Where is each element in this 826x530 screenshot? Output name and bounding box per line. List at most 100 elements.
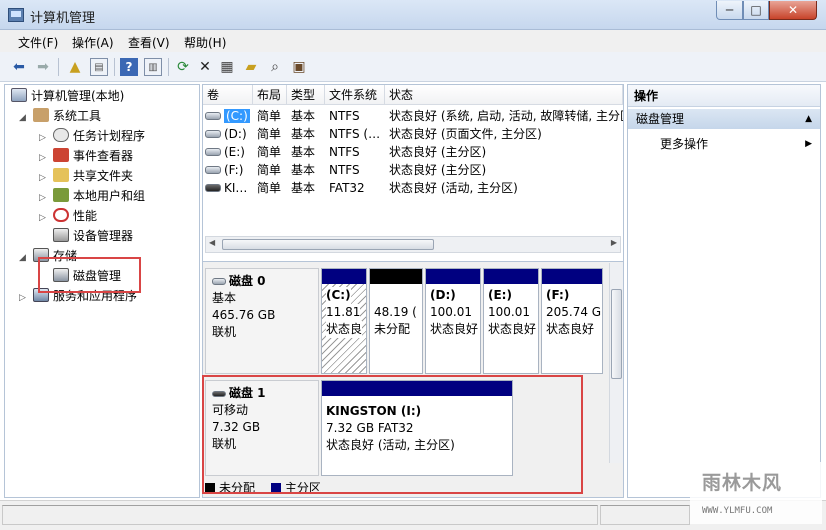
tree-item-performance[interactable]: ▷ 性能 — [39, 207, 97, 225]
back-arrow-icon[interactable]: ⬅ — [10, 58, 28, 76]
properties-icon[interactable]: ▦ — [218, 58, 236, 76]
device-manager-icon — [53, 228, 69, 242]
action-pane-icon[interactable]: ▥ — [144, 58, 162, 76]
volume-type: 基本 — [291, 163, 316, 177]
show-hide-tree-icon[interactable]: ▤ — [90, 58, 108, 76]
tree-item-label: 设备管理器 — [73, 229, 134, 243]
settings-icon[interactable]: ▣ — [290, 58, 308, 76]
computer-icon — [11, 88, 27, 102]
partition-f[interactable]: (F:) 205.74 G 状态良好 — [541, 268, 603, 374]
scrollbar-thumb[interactable] — [222, 239, 434, 250]
help-icon[interactable]: ? — [120, 58, 138, 76]
tree-system-tools-label: 系统工具 — [53, 109, 102, 123]
table-row[interactable]: (E:) 简单 基本 NTFS 状态良好 (主分区) — [203, 143, 623, 161]
partition-kingston[interactable]: KINGSTON (I:) 7.32 GB FAT32 状态良好 (活动, 主分… — [321, 380, 513, 476]
event-viewer-icon — [53, 148, 69, 162]
partition-size: 205.74 G — [546, 305, 602, 319]
column-filesystem[interactable]: 文件系统 — [325, 85, 385, 105]
tree-item-event-viewer[interactable]: ▷ 事件查看器 — [39, 147, 133, 165]
table-row[interactable]: (F:) 简单 基本 NTFS 状态良好 (主分区) — [203, 161, 623, 179]
actions-section-disk-management[interactable]: 磁盘管理 ▲ — [628, 109, 820, 129]
partition-unallocated[interactable]: 48.19 ( 未分配 — [369, 268, 423, 374]
disk-0-label[interactable]: 磁盘 0 基本 465.76 GB 联机 — [205, 268, 319, 374]
forward-arrow-icon[interactable]: ➡ — [34, 58, 52, 76]
volume-layout: 简单 — [257, 163, 282, 177]
more-actions-item[interactable]: 更多操作 ▶ — [660, 135, 820, 153]
volume-name: (D:) — [224, 127, 247, 141]
menu-view[interactable]: 查看(V) — [128, 34, 170, 51]
refresh-icon[interactable]: ⟳ — [174, 58, 192, 76]
scroll-left-icon[interactable]: ◀ — [209, 238, 215, 247]
table-row[interactable]: (D:) 简单 基本 NTFS (… 状态良好 (页面文件, 主分区) — [203, 125, 623, 143]
collapsed-icon: ▷ — [19, 293, 26, 303]
volume-status: 状态良好 (活动, 主分区) — [389, 181, 518, 195]
disk-size: 465.76 GB — [212, 308, 276, 322]
tree-item-disk-management[interactable]: 磁盘管理 — [53, 267, 121, 285]
vertical-scrollbar[interactable] — [609, 263, 623, 463]
open-folder-icon[interactable]: ▰ — [242, 58, 260, 76]
up-folder-icon[interactable]: ▲ — [66, 58, 84, 76]
minimize-button[interactable]: ─ — [716, 1, 743, 20]
column-volume[interactable]: 卷 — [203, 85, 253, 105]
expanded-icon: ◢ — [19, 253, 26, 263]
volume-status: 状态良好 (主分区) — [389, 163, 487, 177]
partition-size: 7.32 GB FAT32 — [326, 421, 414, 435]
volume-layout: 简单 — [257, 109, 282, 123]
removable-disk-icon — [212, 391, 226, 397]
tree-item-label: 任务计划程序 — [73, 129, 146, 143]
collapse-arrow-icon[interactable]: ▲ — [805, 109, 812, 129]
disk-1-label[interactable]: 磁盘 1 可移动 7.32 GB 联机 — [205, 380, 319, 476]
maximize-button[interactable]: □ — [743, 1, 769, 20]
drive-icon — [205, 112, 221, 120]
actions-header: 操作 — [628, 85, 820, 107]
tree-services[interactable]: ▷ 服务和应用程序 — [19, 287, 137, 305]
legend-swatch-unallocated — [205, 483, 215, 493]
tree-item-device-manager[interactable]: 设备管理器 — [53, 227, 133, 245]
tree-item-shared-folders[interactable]: ▷ 共享文件夹 — [39, 167, 133, 185]
volume-name: KI… — [224, 181, 248, 195]
disk-name: 磁盘 0 — [229, 274, 266, 288]
horizontal-scrollbar[interactable]: ◀ ▶ — [205, 236, 621, 253]
partition-label: (D:) — [430, 288, 456, 302]
volume-fs: NTFS — [329, 163, 360, 177]
table-row[interactable]: KI… 简单 基本 FAT32 状态良好 (活动, 主分区) — [203, 179, 623, 197]
search-icon[interactable]: ⌕ — [266, 58, 284, 76]
partition-d[interactable]: (D:) 100.01 状态良好 — [425, 268, 481, 374]
volume-fs: NTFS (… — [329, 127, 381, 141]
volume-type: 基本 — [291, 181, 316, 195]
volume-status: 状态良好 (系统, 启动, 活动, 故障转储, 主分区 — [389, 109, 623, 123]
partition-status: 状态良好 — [546, 322, 595, 336]
users-icon — [53, 188, 69, 202]
tree-system-tools[interactable]: ◢ 系统工具 — [19, 107, 101, 125]
close-button[interactable]: ✕ — [769, 1, 817, 20]
collapsed-icon: ▷ — [39, 133, 46, 143]
partition-e[interactable]: (E:) 100.01 状态良好 — [483, 268, 539, 374]
column-status[interactable]: 状态 — [385, 85, 623, 105]
tree-storage[interactable]: ◢ 存储 — [19, 247, 77, 265]
partition-bar — [484, 269, 538, 284]
partition-c[interactable]: (C:) 11.81 状态良 — [321, 268, 367, 374]
delete-icon[interactable]: ✕ — [196, 58, 214, 76]
partition-bar — [542, 269, 602, 284]
scrollbar-thumb[interactable] — [611, 289, 622, 379]
tree-root[interactable]: 计算机管理(本地) — [11, 87, 124, 105]
menu-help[interactable]: 帮助(H) — [184, 34, 226, 51]
toolbar-separator — [168, 58, 169, 76]
volume-fs: NTFS — [329, 109, 360, 123]
volume-fs: NTFS — [329, 145, 360, 159]
table-row[interactable]: (C:) 简单 基本 NTFS 状态良好 (系统, 启动, 活动, 故障转储, … — [203, 107, 623, 125]
tree-item-local-users[interactable]: ▷ 本地用户和组 — [39, 187, 145, 205]
navigation-tree: 计算机管理(本地) ◢ 系统工具 ▷ 任务计划程序 ▷ 事件查看器 ▷ 共享文件夹 ▷ 本… — [4, 84, 200, 498]
tree-item-task-scheduler[interactable]: ▷ 任务计划程序 — [39, 127, 145, 145]
disk-graph-area: 磁盘 0 基本 465.76 GB 联机 (C:) 11.81 状态良 48.1… — [203, 261, 623, 497]
menu-action[interactable]: 操作(A) — [72, 34, 114, 51]
column-type[interactable]: 类型 — [287, 85, 325, 105]
column-layout[interactable]: 布局 — [253, 85, 287, 105]
partition-size: 11.81 — [326, 304, 361, 321]
menu-file[interactable]: 文件(F) — [18, 34, 58, 51]
scroll-right-icon[interactable]: ▶ — [611, 238, 617, 247]
services-icon — [33, 288, 49, 302]
expanded-icon: ◢ — [19, 113, 26, 123]
title-bar: 计算机管理 ─ □ ✕ — [0, 0, 826, 30]
collapsed-icon: ▷ — [39, 173, 46, 183]
